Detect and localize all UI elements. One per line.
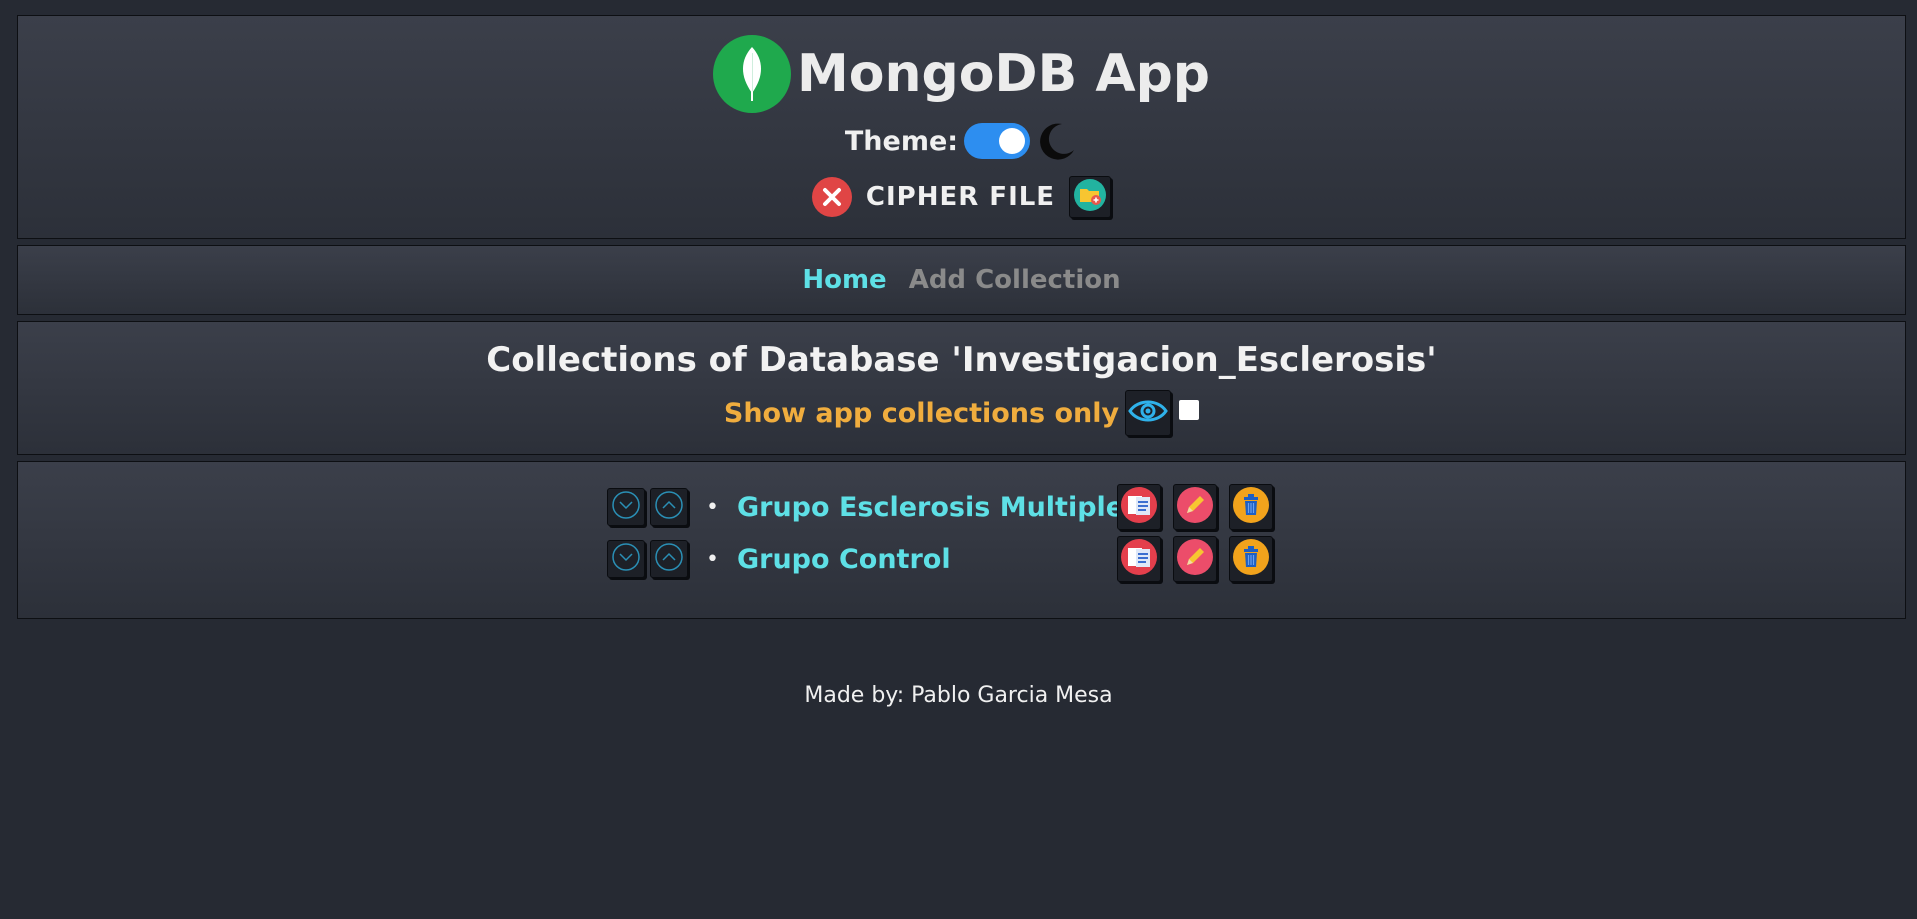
- filter-label: Show app collections only: [723, 397, 1120, 429]
- show-app-collections-button[interactable]: [1125, 390, 1172, 436]
- page-title-row: Collections of Database 'Investigacion_E…: [18, 338, 1905, 382]
- move-down-button[interactable]: [607, 540, 645, 578]
- theme-row: Theme:: [18, 119, 1905, 163]
- delete-collection-button[interactable]: [1228, 536, 1273, 582]
- view-documents-button[interactable]: [1116, 484, 1161, 530]
- chevron-down-icon: [611, 490, 641, 524]
- list-item: • Grupo Control: [18, 536, 1905, 582]
- cipher-row: CIPHER FILE: [18, 172, 1905, 222]
- collections-panel: • Grupo Esclerosis Multiple • Grupo Cont…: [17, 461, 1906, 619]
- delete-icon: [1232, 486, 1270, 528]
- nav-home-link[interactable]: Home: [802, 265, 886, 295]
- edit-collection-button[interactable]: [1172, 484, 1217, 530]
- folder-add-icon: [1073, 178, 1107, 216]
- mongodb-leaf-icon: [712, 35, 791, 113]
- theme-label: Theme:: [844, 125, 959, 157]
- nav-panel: Home Add Collection: [17, 245, 1906, 315]
- chevron-up-icon: [654, 542, 684, 576]
- view-documents-icon: [1120, 486, 1158, 528]
- bullet-icon: •: [706, 546, 719, 572]
- header-panel: MongoDB App Theme: CIPHER FILE: [17, 15, 1906, 239]
- nav-add-collection-link[interactable]: Add Collection: [909, 265, 1121, 295]
- list-item: • Grupo Esclerosis Multiple: [18, 484, 1905, 530]
- view-documents-icon: [1120, 538, 1158, 580]
- view-documents-button[interactable]: [1116, 536, 1161, 582]
- title-panel: Collections of Database 'Investigacion_E…: [17, 321, 1906, 455]
- bullet-icon: •: [706, 494, 719, 520]
- chevron-up-icon: [654, 490, 684, 524]
- move-up-button[interactable]: [650, 488, 688, 526]
- moon-icon: [1036, 120, 1078, 162]
- chevron-down-icon: [611, 542, 641, 576]
- delete-icon: [1232, 538, 1270, 580]
- edit-icon: [1176, 486, 1214, 528]
- filter-row: Show app collections only: [18, 388, 1905, 438]
- move-up-button[interactable]: [650, 540, 688, 578]
- delete-collection-button[interactable]: [1228, 484, 1273, 530]
- app-header: MongoDB App: [18, 35, 1905, 113]
- page-title: Collections of Database 'Investigacion_E…: [486, 340, 1437, 380]
- collection-name-link[interactable]: Grupo Control: [737, 544, 1117, 575]
- collection-name-link[interactable]: Grupo Esclerosis Multiple: [737, 492, 1124, 523]
- app-title: MongoDB App: [796, 44, 1211, 104]
- theme-toggle[interactable]: [964, 123, 1031, 159]
- close-circle-icon: [811, 177, 852, 217]
- theme-toggle-knob: [999, 128, 1026, 154]
- move-down-button[interactable]: [607, 488, 645, 526]
- footer-credit: Made by: Pablo Garcia Mesa: [804, 683, 1113, 708]
- main-nav: Home Add Collection: [18, 261, 1905, 299]
- app-collections-checkbox[interactable]: [1179, 400, 1200, 420]
- cipher-file-button[interactable]: [1069, 176, 1112, 218]
- cipher-file-label: CIPHER FILE: [865, 182, 1056, 212]
- edit-collection-button[interactable]: [1172, 536, 1217, 582]
- edit-icon: [1176, 538, 1214, 580]
- eye-icon: [1128, 397, 1168, 429]
